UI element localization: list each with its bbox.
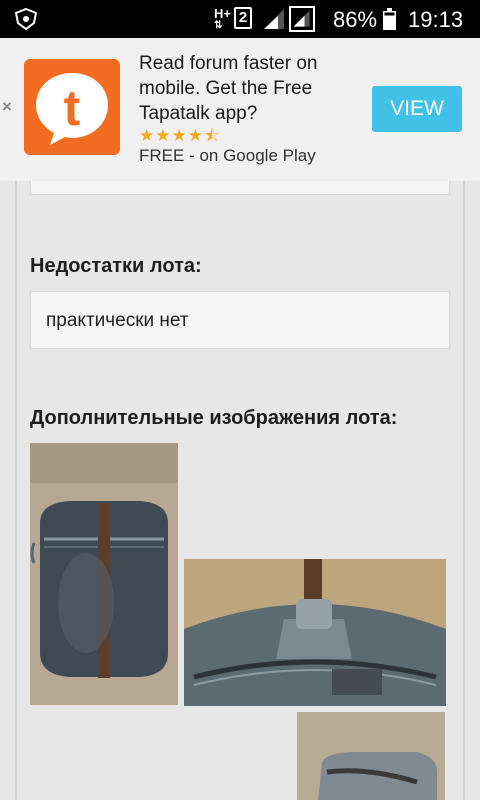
svg-text:t: t bbox=[64, 80, 81, 136]
ad-title: Read forum faster on mobile. Get the Fre… bbox=[139, 53, 318, 124]
defects-value: практически нет bbox=[30, 291, 450, 349]
battery-icon bbox=[383, 8, 396, 30]
status-bar: H+ ⇅ 2 86% 19:13 bbox=[0, 0, 480, 38]
lot-content: Недостатки лота: практически нет Дополни… bbox=[15, 181, 465, 800]
mess-kit-third-photo[interactable] bbox=[297, 712, 445, 800]
sim-indicator: 2 bbox=[234, 7, 252, 29]
signal-icon bbox=[264, 9, 284, 29]
data-arrows-icon: ⇅ bbox=[214, 20, 222, 31]
close-icon[interactable]: × bbox=[2, 97, 12, 117]
ad-subtitle: FREE - on Google Play bbox=[139, 146, 316, 165]
mess-kit-front-photo[interactable] bbox=[30, 443, 178, 705]
clock: 19:13 bbox=[408, 7, 464, 32]
battery-percent: 86% bbox=[333, 7, 378, 32]
network-type: H+ ⇅ bbox=[214, 6, 231, 31]
additional-images-heading: Дополнительные изображения лота: bbox=[30, 407, 398, 429]
shield-icon bbox=[14, 8, 38, 30]
tapatalk-ad-banner[interactable]: × t Read forum faster on mobile. Get the… bbox=[0, 38, 480, 181]
view-button[interactable]: VIEW bbox=[372, 86, 462, 132]
tapatalk-logo: t bbox=[24, 59, 120, 155]
defects-heading: Недостатки лота: bbox=[30, 255, 202, 277]
signal-sim2-icon bbox=[289, 6, 315, 32]
previous-field-box bbox=[30, 181, 450, 195]
mess-kit-lid-closeup-photo[interactable] bbox=[184, 559, 446, 706]
